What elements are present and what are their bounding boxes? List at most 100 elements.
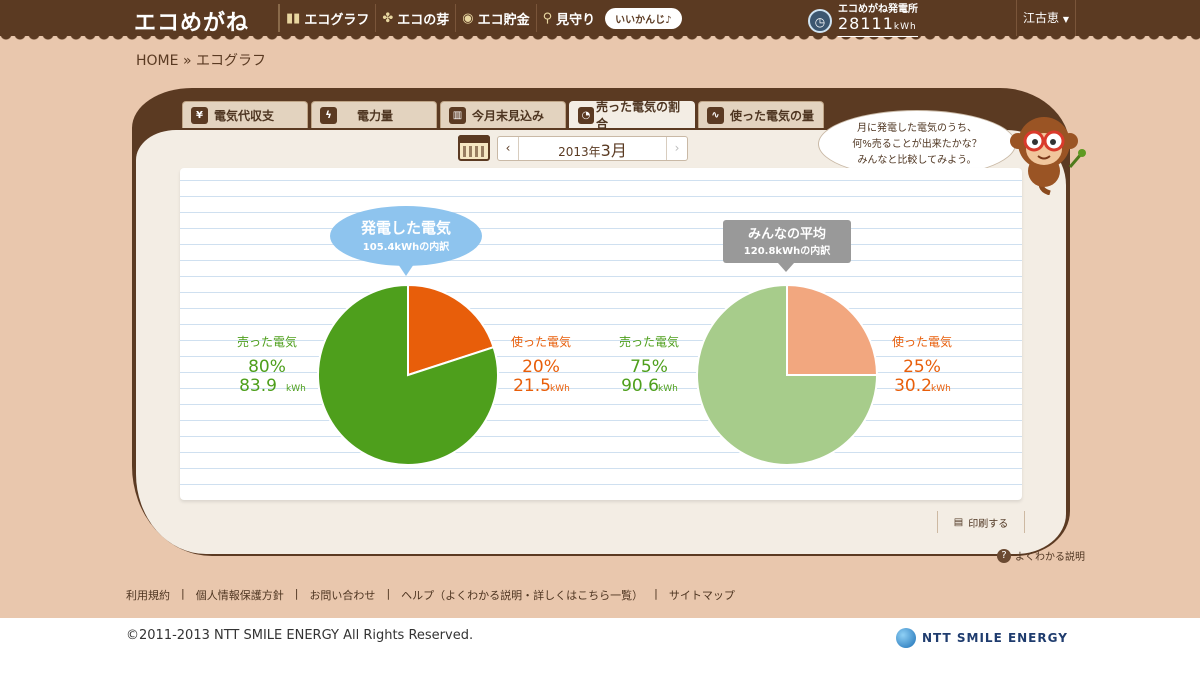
hint-line: 月に発電した電気のうち、 — [857, 123, 977, 134]
chevron-down-icon: ▼ — [1062, 15, 1069, 24]
print-button[interactable]: ▤ 印刷する — [937, 511, 1025, 533]
tab-electricity-balance[interactable]: ¥ 電気代収支 — [182, 101, 308, 128]
footer-links: 利用規約 | 個人情報保護方針 | お問い合わせ | ヘルプ（よくわかる説明・詳… — [126, 587, 735, 603]
main-nav: ▮▮ エコグラフ ✤ エコの芽 ◉ エコ貯金 ⚲ 見守り いいかんじ♪ — [278, 0, 688, 36]
copyright: ©2011-2013 NTT SMILE ENERGY All Rights R… — [126, 628, 474, 643]
nav-watch[interactable]: ⚲ 見守り いいかんじ♪ — [535, 4, 688, 32]
magnifier-icon: ⚲ — [542, 10, 553, 26]
chart2-title: みんなの平均 — [748, 226, 826, 242]
footer-link-help[interactable]: ヘルプ（よくわかる説明・詳しくはこちら一覧） — [401, 587, 643, 603]
nav-ecograph[interactable]: ▮▮ エコグラフ — [278, 4, 375, 32]
footer-link-privacy[interactable]: 個人情報保護方針 — [196, 587, 284, 603]
footer-link-terms[interactable]: 利用規約 — [126, 587, 170, 603]
power-station[interactable]: ◷ エコめがね発電所 28111kWh — [808, 4, 918, 37]
current-month: 2013年3月 — [519, 137, 666, 161]
pie1-used-label: 使った電気 — [511, 334, 571, 349]
printer-icon: ▤ — [953, 516, 964, 528]
tab-label: 使った電気の量 — [730, 108, 815, 123]
ntt-logo[interactable]: NTT SMILE ENERGY — [896, 628, 1068, 648]
tab-label: 売った電気の割合 — [595, 100, 680, 131]
pie1-sold-unit: kWh — [286, 384, 306, 394]
pie2-sold-kwh: 90.6 — [621, 376, 659, 396]
tab-label: 電気代収支 — [214, 108, 275, 123]
tab-power-amount[interactable]: ϟ 電力量 — [311, 101, 437, 128]
chart1-title-bubble: 発電した電気 105.4kWhの内訳 — [330, 206, 482, 276]
forecast-icon: ▥ — [449, 106, 466, 124]
graph-tabs: ¥ 電気代収支 ϟ 電力量 ▥ 今月末見込み ◔ 売った電気の割合 ∿ 使った電… — [182, 100, 824, 131]
footer-link-contact[interactable]: お問い合わせ — [309, 587, 375, 603]
nav-eco-sprout[interactable]: ✤ エコの芽 — [375, 4, 455, 32]
footer-sep: | — [181, 587, 185, 600]
pie2-sold-unit: kWh — [658, 384, 678, 394]
tab-sold-ratio[interactable]: ◔ 売った電気の割合 — [569, 100, 695, 131]
hint-line: 何%売ることが出来たかな？ — [852, 139, 982, 150]
pie1-used-kwh: 21.5 — [513, 376, 551, 396]
coin-icon: ◉ — [462, 10, 474, 26]
pie-charts: 発電した電気 105.4kWhの内訳 みんなの平均 120.8kWhの内訳 売っ… — [237, 206, 952, 466]
chart1-title: 発電した電気 — [360, 219, 451, 237]
chart2-subtitle: 120.8kWhの内訳 — [744, 244, 831, 257]
help-link[interactable]: ? よくわかる説明 — [997, 548, 1085, 563]
footer-sep: | — [654, 587, 658, 600]
pie-chart-own — [317, 283, 499, 466]
pie1-used-percent: 20% — [522, 357, 560, 377]
footer-link-sitemap[interactable]: サイトマップ — [669, 587, 735, 603]
station-value: 28111kWh — [838, 15, 918, 37]
pie2-used-unit: kWh — [931, 384, 951, 394]
month-selector: ‹ 2013年3月 › — [497, 136, 688, 161]
breadcrumb-sep: » — [182, 53, 192, 69]
station-unit: kWh — [893, 22, 917, 32]
pie1-sold-label: 売った電気 — [237, 334, 297, 349]
bolt-icon: ϟ — [320, 106, 337, 124]
tab-label: 今月末見込み — [472, 108, 545, 123]
pie1-used-unit: kWh — [550, 384, 570, 394]
ntt-globe-icon — [896, 628, 916, 648]
nav-label: 見守り — [556, 12, 596, 28]
chart2-title-box: みんなの平均 120.8kWhの内訳 — [723, 220, 851, 272]
bar-chart-icon: ▮▮ — [286, 10, 301, 26]
footer-sep: | — [386, 587, 391, 600]
pie1-sold-percent: 80% — [248, 357, 286, 377]
tab-month-forecast[interactable]: ▥ 今月末見込み — [440, 101, 566, 128]
prev-month-button[interactable]: ‹ — [498, 137, 519, 160]
pie2-sold-label: 売った電気 — [619, 334, 679, 349]
help-label: よくわかる説明 — [1015, 552, 1085, 563]
pie2-used-percent: 25% — [903, 357, 941, 377]
meter-icon: ◷ — [808, 8, 832, 33]
print-label: 印刷する — [968, 518, 1009, 530]
nav-eco-savings[interactable]: ◉ エコ貯金 — [455, 4, 535, 32]
breadcrumb-current: エコグラフ — [195, 53, 266, 69]
status-badge: いいかんじ♪ — [605, 7, 682, 29]
pie1-sold-kwh: 83.9 — [239, 376, 277, 396]
tab-label: 電力量 — [357, 108, 394, 123]
chart1-subtitle: 105.4kWhの内訳 — [363, 240, 450, 253]
pie-icon: ◔ — [578, 106, 594, 124]
calendar-icon[interactable] — [458, 135, 490, 161]
year-label: 2013年 — [558, 144, 601, 159]
chart-area: 発電した電気 105.4kWhの内訳 みんなの平均 120.8kWhの内訳 売っ… — [180, 168, 1022, 500]
tab-used-amount[interactable]: ∿ 使った電気の量 — [698, 101, 824, 128]
brand-name: NTT SMILE ENERGY — [922, 631, 1068, 645]
question-icon: ? — [997, 548, 1011, 563]
site-logo[interactable]: エコめがね — [134, 5, 249, 37]
yen-icon: ¥ — [191, 106, 208, 124]
breadcrumb-home[interactable]: HOME — [136, 53, 178, 69]
wave-icon: ∿ — [707, 106, 724, 124]
user-menu[interactable]: 江古恵 ▼ — [1016, 0, 1076, 36]
pie-chart-average — [696, 283, 879, 466]
user-name: 江古恵 — [1023, 11, 1060, 25]
next-month-button[interactable]: › — [666, 137, 687, 160]
footer-sep: | — [294, 587, 299, 600]
nav-label: エコの芽 — [397, 12, 450, 28]
month-label: 3月 — [600, 140, 627, 160]
station-number: 28111 — [838, 14, 894, 33]
hint-line: みんなと比較してみよう。 — [857, 155, 977, 166]
breadcrumb: HOME » エコグラフ — [136, 50, 266, 70]
sprout-icon: ✤ — [382, 10, 394, 26]
nav-label: エコ貯金 — [477, 12, 530, 28]
pie2-slice-used — [786, 283, 879, 376]
pie2-sold-percent: 75% — [630, 357, 668, 377]
pie2-used-label: 使った電気 — [892, 334, 952, 349]
pie2-used-kwh: 30.2 — [894, 376, 932, 396]
nav-label: エコグラフ — [304, 12, 370, 28]
